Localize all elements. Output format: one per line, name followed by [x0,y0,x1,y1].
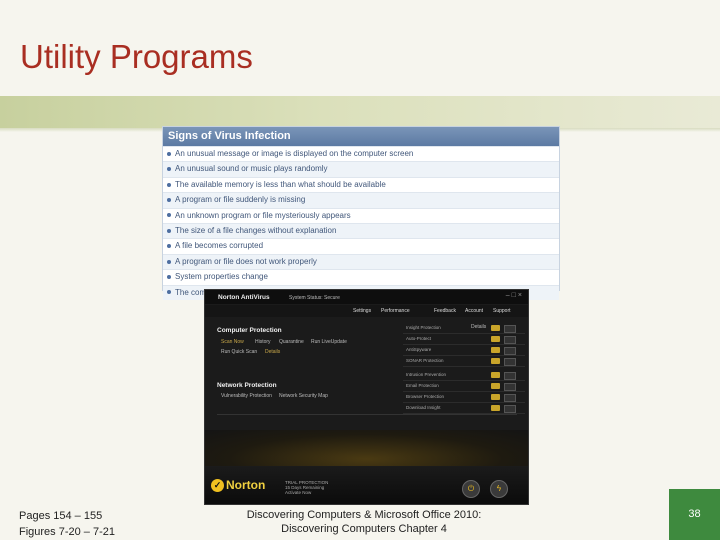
bullet-icon [167,198,171,203]
row-text: A program or file suddenly is missing [175,195,306,205]
settings-icon[interactable] [504,383,516,391]
menu-account[interactable]: Account [465,308,483,314]
list-item: AntiSpyware [403,345,525,356]
toggle-switch[interactable] [491,383,500,389]
toggle-switch[interactable] [491,405,500,411]
norton-brand: Norton AntiVirus [218,294,270,301]
footer-book-title: Discovering Computers & Microsoft Office… [246,509,482,535]
network-protection-list: Intrusion Prevention Email Protection Br… [403,370,525,414]
menu-support[interactable]: Support [493,308,511,314]
bullet-icon [167,182,171,187]
lightning-icon[interactable]: ϟ [490,480,508,498]
history-link[interactable]: History [255,339,271,345]
toggle-switch[interactable] [491,358,500,364]
settings-icon[interactable] [504,394,516,402]
table-row: The size of a file changes without expla… [163,222,559,239]
list-item: Insight Protection [403,323,525,334]
activate-now-link[interactable]: Activate Now [285,490,328,495]
table-row: The available memory is less than what s… [163,176,559,192]
toggle-switch[interactable] [491,347,500,353]
menu-feedback[interactable]: Feedback [434,308,456,314]
details-link[interactable]: Details [471,324,486,330]
system-status: System Status: Secure [289,295,340,301]
row-text: An unusual sound or music plays randomly [175,164,328,174]
network-security-map-link[interactable]: Network Security Map [279,393,328,399]
table-row: A program or file does not work properly [163,253,559,270]
scan-now-link[interactable]: Scan Now [221,339,244,345]
row-text: A file becomes corrupted [175,241,264,251]
window-controls-icon[interactable]: –□× [506,292,524,299]
bullet-icon [167,167,171,172]
list-item: Browser Protection [403,392,525,403]
list-item: SONAR Protection [403,356,525,367]
bullet-icon [167,213,171,218]
table-row: An unusual sound or music plays randomly [163,161,559,177]
toggle-switch[interactable] [491,336,500,342]
trial-info: TRIAL PROTECTION 15 Days Remaining Activ… [285,480,329,495]
row-text: The size of a file changes without expla… [175,225,337,235]
table-row: An unusual message or image is displayed… [163,146,559,161]
power-icon[interactable]: ⏻ [462,480,480,498]
row-text: The available memory is less than what s… [175,179,386,189]
row-text: An unusual message or image is displayed… [175,149,414,158]
computer-protection-list: Insight Protection Auto-Protect AntiSpyw… [403,323,525,367]
quarantine-link[interactable]: Quarantine [279,339,304,345]
vulnerability-protection-link[interactable]: Vulnerability Protection [221,393,272,399]
checkmark-icon: ✓ [211,479,224,493]
virus-table-header: Signs of Virus Infection [163,127,559,146]
settings-icon[interactable] [504,347,516,355]
row-text: A program or file does not work properly [175,256,317,266]
settings-icon[interactable] [504,372,516,380]
bullet-icon [167,259,171,264]
row-text: System properties change [175,272,268,282]
virus-signs-table: Signs of Virus Infection An unusual mess… [162,126,560,300]
title-band [0,96,720,128]
run-quick-scan-link[interactable]: Run Quick Scan [221,349,257,355]
settings-icon[interactable] [504,325,516,333]
footer-pages: Pages 154 – 155 Figures 7-20 – 7-21 [19,510,115,538]
table-row: A file becomes corrupted [163,238,559,253]
bullet-icon [167,290,171,295]
settings-icon[interactable] [504,336,516,344]
table-row: System properties change [163,269,559,284]
norton-logo: ✓ Norton [211,478,265,493]
toggle-switch[interactable] [491,372,500,378]
list-item: Download Insight [403,403,525,414]
computer-protection-heading: Computer Protection [217,327,282,334]
page-number: 38 [669,489,720,540]
norton-menu-bar: Settings Performance Feedback Account Su… [205,305,528,317]
quick-scan-details-link[interactable]: Details [265,349,280,355]
toggle-switch[interactable] [491,394,500,400]
bullet-icon [167,275,171,280]
list-item: Email Protection [403,381,525,392]
bullet-icon [167,244,171,249]
bullet-icon [167,151,171,156]
table-row: A program or file suddenly is missing [163,192,559,208]
toggle-switch[interactable] [491,325,500,331]
row-text: An unknown program or file mysteriously … [175,210,351,220]
norton-antivirus-window: Norton AntiVirus System Status: Secure –… [204,289,529,505]
settings-icon[interactable] [504,405,516,413]
settings-icon[interactable] [504,358,516,366]
bullet-icon [167,228,171,233]
menu-performance[interactable]: Performance [381,308,410,314]
menu-settings[interactable]: Settings [353,308,371,314]
slide-title: Utility Programs [20,38,253,75]
run-liveupdate-link[interactable]: Run LiveUpdate [311,339,347,345]
table-row: An unknown program or file mysteriously … [163,207,559,223]
section-divider [217,414,517,415]
list-item: Auto-Protect [403,334,525,345]
list-item: Intrusion Prevention [403,370,525,381]
network-protection-heading: Network Protection [217,382,277,389]
